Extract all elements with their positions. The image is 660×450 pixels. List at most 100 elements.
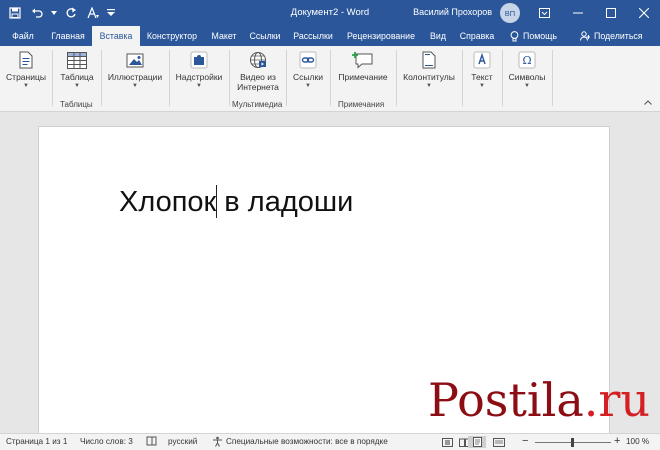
symbols-label: Символы (508, 72, 546, 82)
online-video-button[interactable]: Видео из Интернета (232, 50, 284, 92)
pages-label: Страницы (6, 72, 46, 82)
watermark-part2: .ru (583, 373, 650, 427)
header-footer-icon (416, 50, 442, 70)
table-button[interactable]: Таблица ▼ (56, 50, 98, 90)
addins-button[interactable]: Надстройки ▼ (172, 50, 226, 90)
chevron-down-icon: ▼ (305, 83, 311, 89)
lightbulb-icon (510, 30, 519, 41)
illustrations-icon (122, 50, 148, 70)
chevron-down-icon: ▼ (479, 83, 485, 89)
minimize-icon[interactable] (561, 0, 594, 26)
table-label: Таблица (60, 72, 94, 82)
group-separator (101, 50, 102, 106)
group-separator (169, 50, 170, 106)
group-separator (229, 50, 230, 106)
page-count[interactable]: Страница 1 из 1 (6, 437, 67, 446)
chevron-down-icon: ▼ (196, 83, 202, 89)
group-separator (396, 50, 397, 106)
header-footer-label: Колонтитулы (403, 72, 455, 82)
proofing-icon[interactable] (146, 436, 157, 448)
illustrations-button[interactable]: Иллюстрации ▼ (104, 50, 166, 90)
title-bar: Документ2 - Word Василий Прохоров ВП (0, 0, 660, 26)
accessibility-icon[interactable] (212, 436, 223, 449)
document-text[interactable]: Хлопок в ладоши (119, 185, 353, 219)
symbols-button[interactable]: Ω Символы ▼ (505, 50, 549, 90)
tab-file[interactable]: Файл (6, 26, 40, 46)
focus-mode-icon[interactable] (440, 436, 454, 448)
text-box-icon (469, 50, 495, 70)
watermark: Postila.ru (428, 373, 650, 427)
close-icon[interactable] (627, 0, 660, 26)
accessibility-status[interactable]: Специальные возможности: все в порядке (226, 437, 388, 446)
group-label-tables: Таблицы (60, 100, 93, 109)
group-label-media: Мультимедиа (232, 100, 283, 109)
tell-me-button[interactable]: Помощь (510, 26, 557, 46)
avatar[interactable]: ВП (500, 3, 520, 23)
collapse-ribbon-icon[interactable] (644, 98, 652, 107)
chevron-down-icon: ▼ (132, 83, 138, 89)
maximize-icon[interactable] (594, 0, 627, 26)
group-label-comments: Примечания (338, 100, 385, 109)
text-button[interactable]: Текст ▼ (465, 50, 499, 90)
illustrations-label: Иллюстрации (107, 72, 163, 82)
new-comment-button[interactable]: Примечание (333, 50, 393, 82)
text-before-caret: Хлопок (119, 186, 217, 218)
zoom-level[interactable]: 100 % (626, 437, 649, 446)
table-icon (64, 50, 90, 70)
chevron-down-icon: ▼ (23, 83, 29, 89)
text-label: Текст (471, 72, 493, 82)
zoom-slider-thumb[interactable] (571, 438, 574, 447)
tab-layout[interactable]: Макет (206, 26, 242, 46)
tab-view[interactable]: Вид (426, 26, 450, 46)
share-label: Поделиться (594, 31, 643, 41)
link-icon (295, 50, 321, 70)
language[interactable]: русский (168, 437, 197, 446)
document-area: Хлопок в ладоши Postila.ru (0, 113, 660, 436)
word-count[interactable]: Число слов: 3 (80, 437, 133, 446)
comment-icon (350, 50, 376, 70)
ribbon-tabs: Файл Главная Вставка Конструктор Макет С… (0, 26, 660, 46)
pages-button[interactable]: Страницы ▼ (4, 50, 48, 90)
status-bar: Страница 1 из 1 Число слов: 3 русский Сп… (0, 433, 660, 450)
addins-label: Надстройки (175, 72, 223, 82)
tab-mailings[interactable]: Рассылки (288, 26, 338, 46)
ribbon-insert: Страницы ▼ Таблица ▼ Таблицы Иллюстрации… (0, 46, 660, 112)
web-layout-icon[interactable] (492, 436, 506, 448)
tab-review[interactable]: Рецензирование (340, 26, 422, 46)
ribbon-display-options-icon[interactable] (528, 0, 561, 26)
print-layout-icon[interactable] (468, 436, 486, 448)
group-separator (330, 50, 331, 106)
tab-design[interactable]: Конструктор (142, 26, 202, 46)
text-after-caret: в ладоши (216, 186, 354, 218)
store-icon (186, 50, 212, 70)
window-controls (528, 0, 660, 26)
links-button[interactable]: Ссылки ▼ (289, 50, 327, 90)
zoom-in-button[interactable]: + (614, 435, 620, 447)
tab-references[interactable]: Ссылки (246, 26, 284, 46)
online-video-label-2: Интернета (237, 82, 279, 92)
header-footer-button[interactable]: Колонтитулы ▼ (399, 50, 459, 90)
watermark-part1: Postila (428, 373, 584, 427)
tab-help[interactable]: Справка (454, 26, 500, 46)
share-button[interactable]: Поделиться (580, 26, 643, 46)
tab-insert[interactable]: Вставка (92, 26, 140, 46)
online-video-icon (245, 50, 271, 70)
omega-icon: Ω (514, 50, 540, 70)
user-name[interactable]: Василий Прохоров (413, 7, 492, 17)
links-label: Ссылки (293, 72, 323, 82)
zoom-out-button[interactable]: − (522, 435, 528, 447)
group-separator (462, 50, 463, 106)
group-separator (552, 50, 553, 106)
group-separator (286, 50, 287, 106)
group-separator (52, 50, 53, 106)
group-separator (502, 50, 503, 106)
tab-home[interactable]: Главная (46, 26, 90, 46)
online-video-label-1: Видео из (240, 72, 276, 82)
comment-label: Примечание (338, 72, 388, 82)
page-icon (13, 50, 39, 70)
svg-text:Ω: Ω (522, 54, 531, 67)
chevron-down-icon: ▼ (74, 83, 80, 89)
chevron-down-icon: ▼ (426, 83, 432, 89)
tell-me-label: Помощь (523, 31, 557, 41)
chevron-down-icon: ▼ (524, 83, 530, 89)
